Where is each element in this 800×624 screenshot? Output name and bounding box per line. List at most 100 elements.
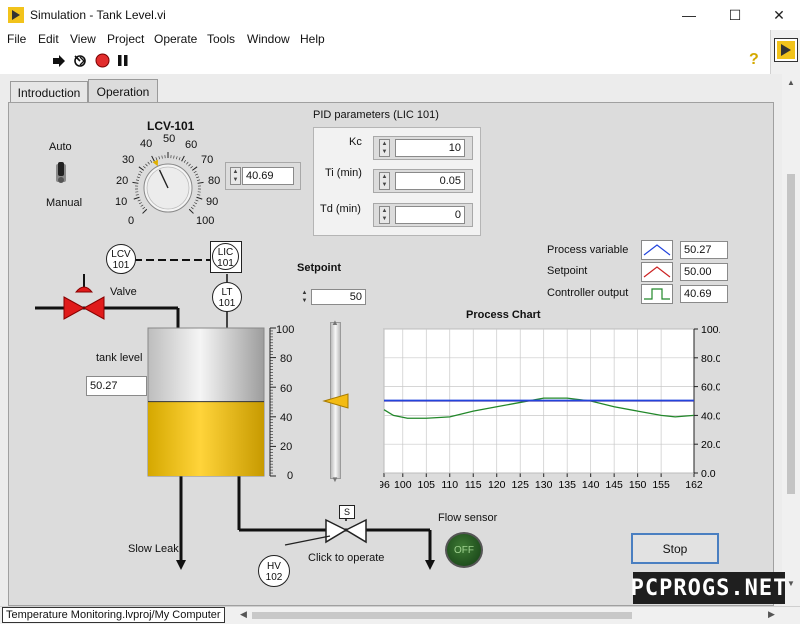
vertical-scrollbar[interactable]: ▲ ▼ (782, 74, 800, 606)
knob-tick-10: 10 (115, 196, 127, 208)
tab-operation[interactable]: Operation (88, 79, 158, 104)
tank-level-indicator: 50.27 (86, 376, 147, 396)
valve-actuator (76, 287, 92, 292)
context-help-icon[interactable]: ? (749, 51, 759, 69)
knob-tick (156, 157, 157, 160)
tank-scale-60: 60 (280, 383, 292, 395)
pause-icon[interactable] (117, 54, 129, 67)
chart-x-tick-label: 110 (441, 479, 458, 491)
toolbar: ? (0, 50, 770, 72)
tank-scale-ticks (270, 328, 276, 476)
minimize-button[interactable]: — (666, 0, 712, 30)
knob-tick (179, 157, 180, 160)
tank-scale-80: 80 (280, 353, 292, 365)
legend-setpoint-value: 50.00 (680, 263, 728, 281)
menu-bar: File Edit View Project Operate Tools Win… (0, 30, 800, 50)
menu-view[interactable]: View (70, 32, 96, 46)
td-label: Td (min) (320, 203, 361, 215)
hand-valve-hv102[interactable] (325, 518, 367, 544)
td-spinner[interactable]: ▲▼ (379, 206, 390, 224)
tab-introduction[interactable]: Introduction (10, 81, 88, 104)
knob-tick (150, 160, 152, 163)
chart-y-tick-label: 0.0 (701, 468, 716, 480)
scroll-right-arrow-icon[interactable]: ▶ (768, 609, 775, 620)
menu-window[interactable]: Window (247, 32, 290, 46)
project-path: Temperature Monitoring.lvproj/My Compute… (2, 607, 225, 623)
knob-tick (143, 209, 147, 213)
knob-tick (198, 182, 204, 183)
menu-project[interactable]: Project (107, 32, 144, 46)
vi-icon (774, 38, 798, 62)
setpoint-spinner[interactable]: ▲▼ (300, 289, 309, 305)
menu-tools[interactable]: Tools (207, 32, 235, 46)
auto-label: Auto (49, 141, 72, 153)
run-continuously-icon[interactable] (72, 53, 88, 69)
hv-tag-line2: 102 (266, 572, 283, 583)
chart-x-tick-label: 96 (380, 479, 390, 491)
chart-y-tick-label: 40.0 (701, 410, 720, 422)
lcv-tag-line1: LCV (111, 249, 130, 260)
watermark-logo: PCPROGS.NET (633, 572, 785, 604)
ti-input[interactable]: 0.05 (395, 172, 465, 190)
chart-x-tick-label: 145 (605, 479, 623, 491)
scroll-left-arrow-icon[interactable]: ◀ (240, 609, 247, 620)
tank-liquid-level (148, 402, 264, 476)
setpoint-slider-thumb[interactable] (322, 393, 350, 409)
solenoid-box: S (339, 505, 355, 519)
maximize-button[interactable]: ☐ (712, 0, 758, 30)
slider-down-arrow-icon: ▼ (331, 475, 339, 484)
lic-101-box: LIC101 (210, 241, 242, 273)
chart-x-tick-label: 150 (629, 479, 647, 491)
slow-leak-label: Slow Leak (128, 543, 179, 555)
chart-y-tick-label: 20.0 (701, 439, 720, 451)
knob-tick (191, 166, 193, 168)
td-input[interactable]: 0 (395, 206, 465, 224)
scroll-up-arrow-icon[interactable]: ▲ (787, 78, 795, 87)
legend-setpoint-swatch (641, 262, 673, 282)
lic-101-bubble: LIC101 (212, 243, 239, 270)
valve-label: Valve (110, 286, 137, 298)
tank-scale-100: 100 (276, 324, 294, 336)
knob-tick (197, 180, 200, 181)
kc-spinner[interactable]: ▲▼ (379, 139, 390, 157)
lcv-101-knob[interactable] (130, 150, 206, 226)
lt-101-bubble: LT101 (212, 282, 242, 312)
chart-x-tick-label: 135 (558, 479, 576, 491)
run-arrow-icon[interactable] (52, 54, 66, 68)
setpoint-label: Setpoint (297, 262, 341, 274)
process-chart-title: Process Chart (466, 309, 541, 321)
knob-tick (141, 205, 143, 207)
knob-tick-90: 90 (206, 196, 218, 208)
knob-tick (136, 180, 139, 181)
kc-input[interactable]: 10 (395, 139, 465, 157)
knob-tick (195, 174, 198, 175)
knob-tick (189, 209, 193, 213)
knob-tick (152, 156, 155, 161)
menu-help[interactable]: Help (300, 32, 325, 46)
knob-tick (159, 156, 160, 159)
menu-file[interactable]: File (7, 32, 26, 46)
horizontal-scroll-thumb[interactable] (252, 612, 632, 619)
legend-controller-output-value: 40.69 (680, 285, 728, 303)
tank-level-label: tank level (96, 352, 142, 364)
knob-tick (194, 202, 197, 203)
scroll-down-arrow-icon[interactable]: ▼ (787, 579, 795, 588)
knob-tick (136, 195, 139, 196)
lcv-tag-line2: 101 (113, 260, 130, 271)
ti-spinner[interactable]: ▲▼ (379, 172, 390, 190)
abort-execution-icon[interactable] (95, 53, 110, 68)
knob-tick (134, 197, 140, 199)
vertical-scroll-thumb[interactable] (787, 174, 795, 494)
stop-button[interactable]: Stop (631, 533, 719, 564)
manual-label: Manual (46, 197, 82, 209)
knob-tick (143, 166, 145, 168)
auto-manual-toggle-switch[interactable] (53, 158, 69, 188)
menu-edit[interactable]: Edit (38, 32, 59, 46)
chart-y-tick-label: 60.0 (701, 382, 720, 394)
chart-x-tick-label: 125 (511, 479, 529, 491)
legend-controller-output-label: Controller output (547, 287, 628, 299)
close-button[interactable]: ✕ (756, 0, 800, 30)
setpoint-input[interactable]: 50 (311, 289, 366, 305)
window-title: Simulation - Tank Level.vi (30, 8, 166, 22)
menu-operate[interactable]: Operate (154, 32, 197, 46)
